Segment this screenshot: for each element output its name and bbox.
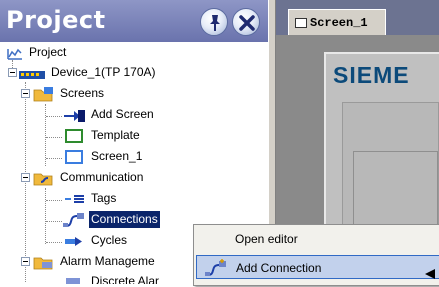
tree-item-label: Device_1(TP 170A) xyxy=(51,65,156,79)
tree-item-device[interactable]: Device_1(TP 170A) xyxy=(18,64,158,81)
tree-item-alarm-management[interactable]: Alarm Manageme xyxy=(33,253,157,270)
tags-icon xyxy=(62,191,86,207)
context-menu: Open editor Add Connection xyxy=(193,224,439,286)
communication-folder-icon xyxy=(33,170,55,186)
tab-screen-1[interactable]: Screen_1 xyxy=(288,9,386,35)
menu-item-add-connection[interactable]: Add Connection xyxy=(196,255,439,279)
screens-folder-icon xyxy=(33,86,55,102)
collapse-icon[interactable] xyxy=(21,89,30,98)
tree-item-label: Discrete Alar xyxy=(91,274,160,284)
tree-line xyxy=(12,60,13,68)
tree-item-label: Add Screen xyxy=(91,107,154,121)
device-icon xyxy=(18,65,46,81)
tree-item-label: Alarm Manageme xyxy=(60,254,155,268)
tree-line xyxy=(46,221,62,222)
alarm-folder-icon xyxy=(33,254,55,270)
add-connection-icon xyxy=(204,259,228,285)
tree-item-label: Tags xyxy=(91,191,117,205)
tree-item-label: Screens xyxy=(60,86,105,100)
tree-item-discrete-alarms[interactable]: Discrete Alar xyxy=(62,273,161,284)
tree-line xyxy=(25,82,26,282)
tree-line xyxy=(45,188,46,244)
menu-item-open-editor[interactable]: Open editor xyxy=(196,227,439,251)
project-pane-header: Project xyxy=(0,0,268,42)
connections-icon xyxy=(62,212,86,228)
brand-logo: SIEME xyxy=(333,62,410,88)
tree-item-label: Communication xyxy=(60,170,144,184)
cycles-icon xyxy=(62,233,86,249)
tree-item-template[interactable]: Template xyxy=(62,127,142,144)
pane-title: Project xyxy=(6,6,106,34)
tree-line xyxy=(46,242,62,243)
tree-line xyxy=(46,158,62,159)
tree-item-connections[interactable]: Connections xyxy=(62,211,160,228)
tree-item-label: Project xyxy=(29,45,67,59)
tree-item-project[interactable]: Project xyxy=(6,44,68,61)
tab-label: Screen_1 xyxy=(310,15,368,30)
collapse-icon[interactable] xyxy=(8,68,17,77)
close-icon[interactable] xyxy=(232,8,260,36)
tree-item-screen-1[interactable]: Screen_1 xyxy=(62,148,144,165)
tree-item-tags[interactable]: Tags xyxy=(62,190,118,207)
menu-item-label: Add Connection xyxy=(236,261,322,275)
tree-line xyxy=(46,200,62,201)
template-icon xyxy=(62,128,86,144)
tree-item-label: Template xyxy=(91,128,140,142)
project-icon xyxy=(6,45,24,61)
tree-item-add-screen[interactable]: Add Screen xyxy=(62,106,156,123)
add-screen-icon xyxy=(62,107,86,123)
collapse-icon[interactable] xyxy=(21,173,30,182)
mouse-pointer-icon xyxy=(425,263,437,287)
tree-item-screens[interactable]: Screens xyxy=(33,85,106,102)
discrete-alarms-icon xyxy=(62,274,86,284)
tree-item-label: Connections xyxy=(89,211,160,228)
pin-icon[interactable] xyxy=(200,8,228,36)
tree-line xyxy=(46,137,62,138)
tree-item-communication[interactable]: Communication xyxy=(33,169,145,186)
tree-item-label: Cycles xyxy=(91,233,128,247)
collapse-icon[interactable] xyxy=(21,257,30,266)
tree-item-label: Screen_1 xyxy=(91,149,143,163)
screen-icon xyxy=(62,149,86,165)
tree-line xyxy=(45,104,46,166)
screen-tab-icon xyxy=(295,17,307,28)
tree-line xyxy=(46,116,62,117)
tree-item-cycles[interactable]: Cycles xyxy=(62,232,129,249)
menu-item-label: Open editor xyxy=(235,232,298,246)
